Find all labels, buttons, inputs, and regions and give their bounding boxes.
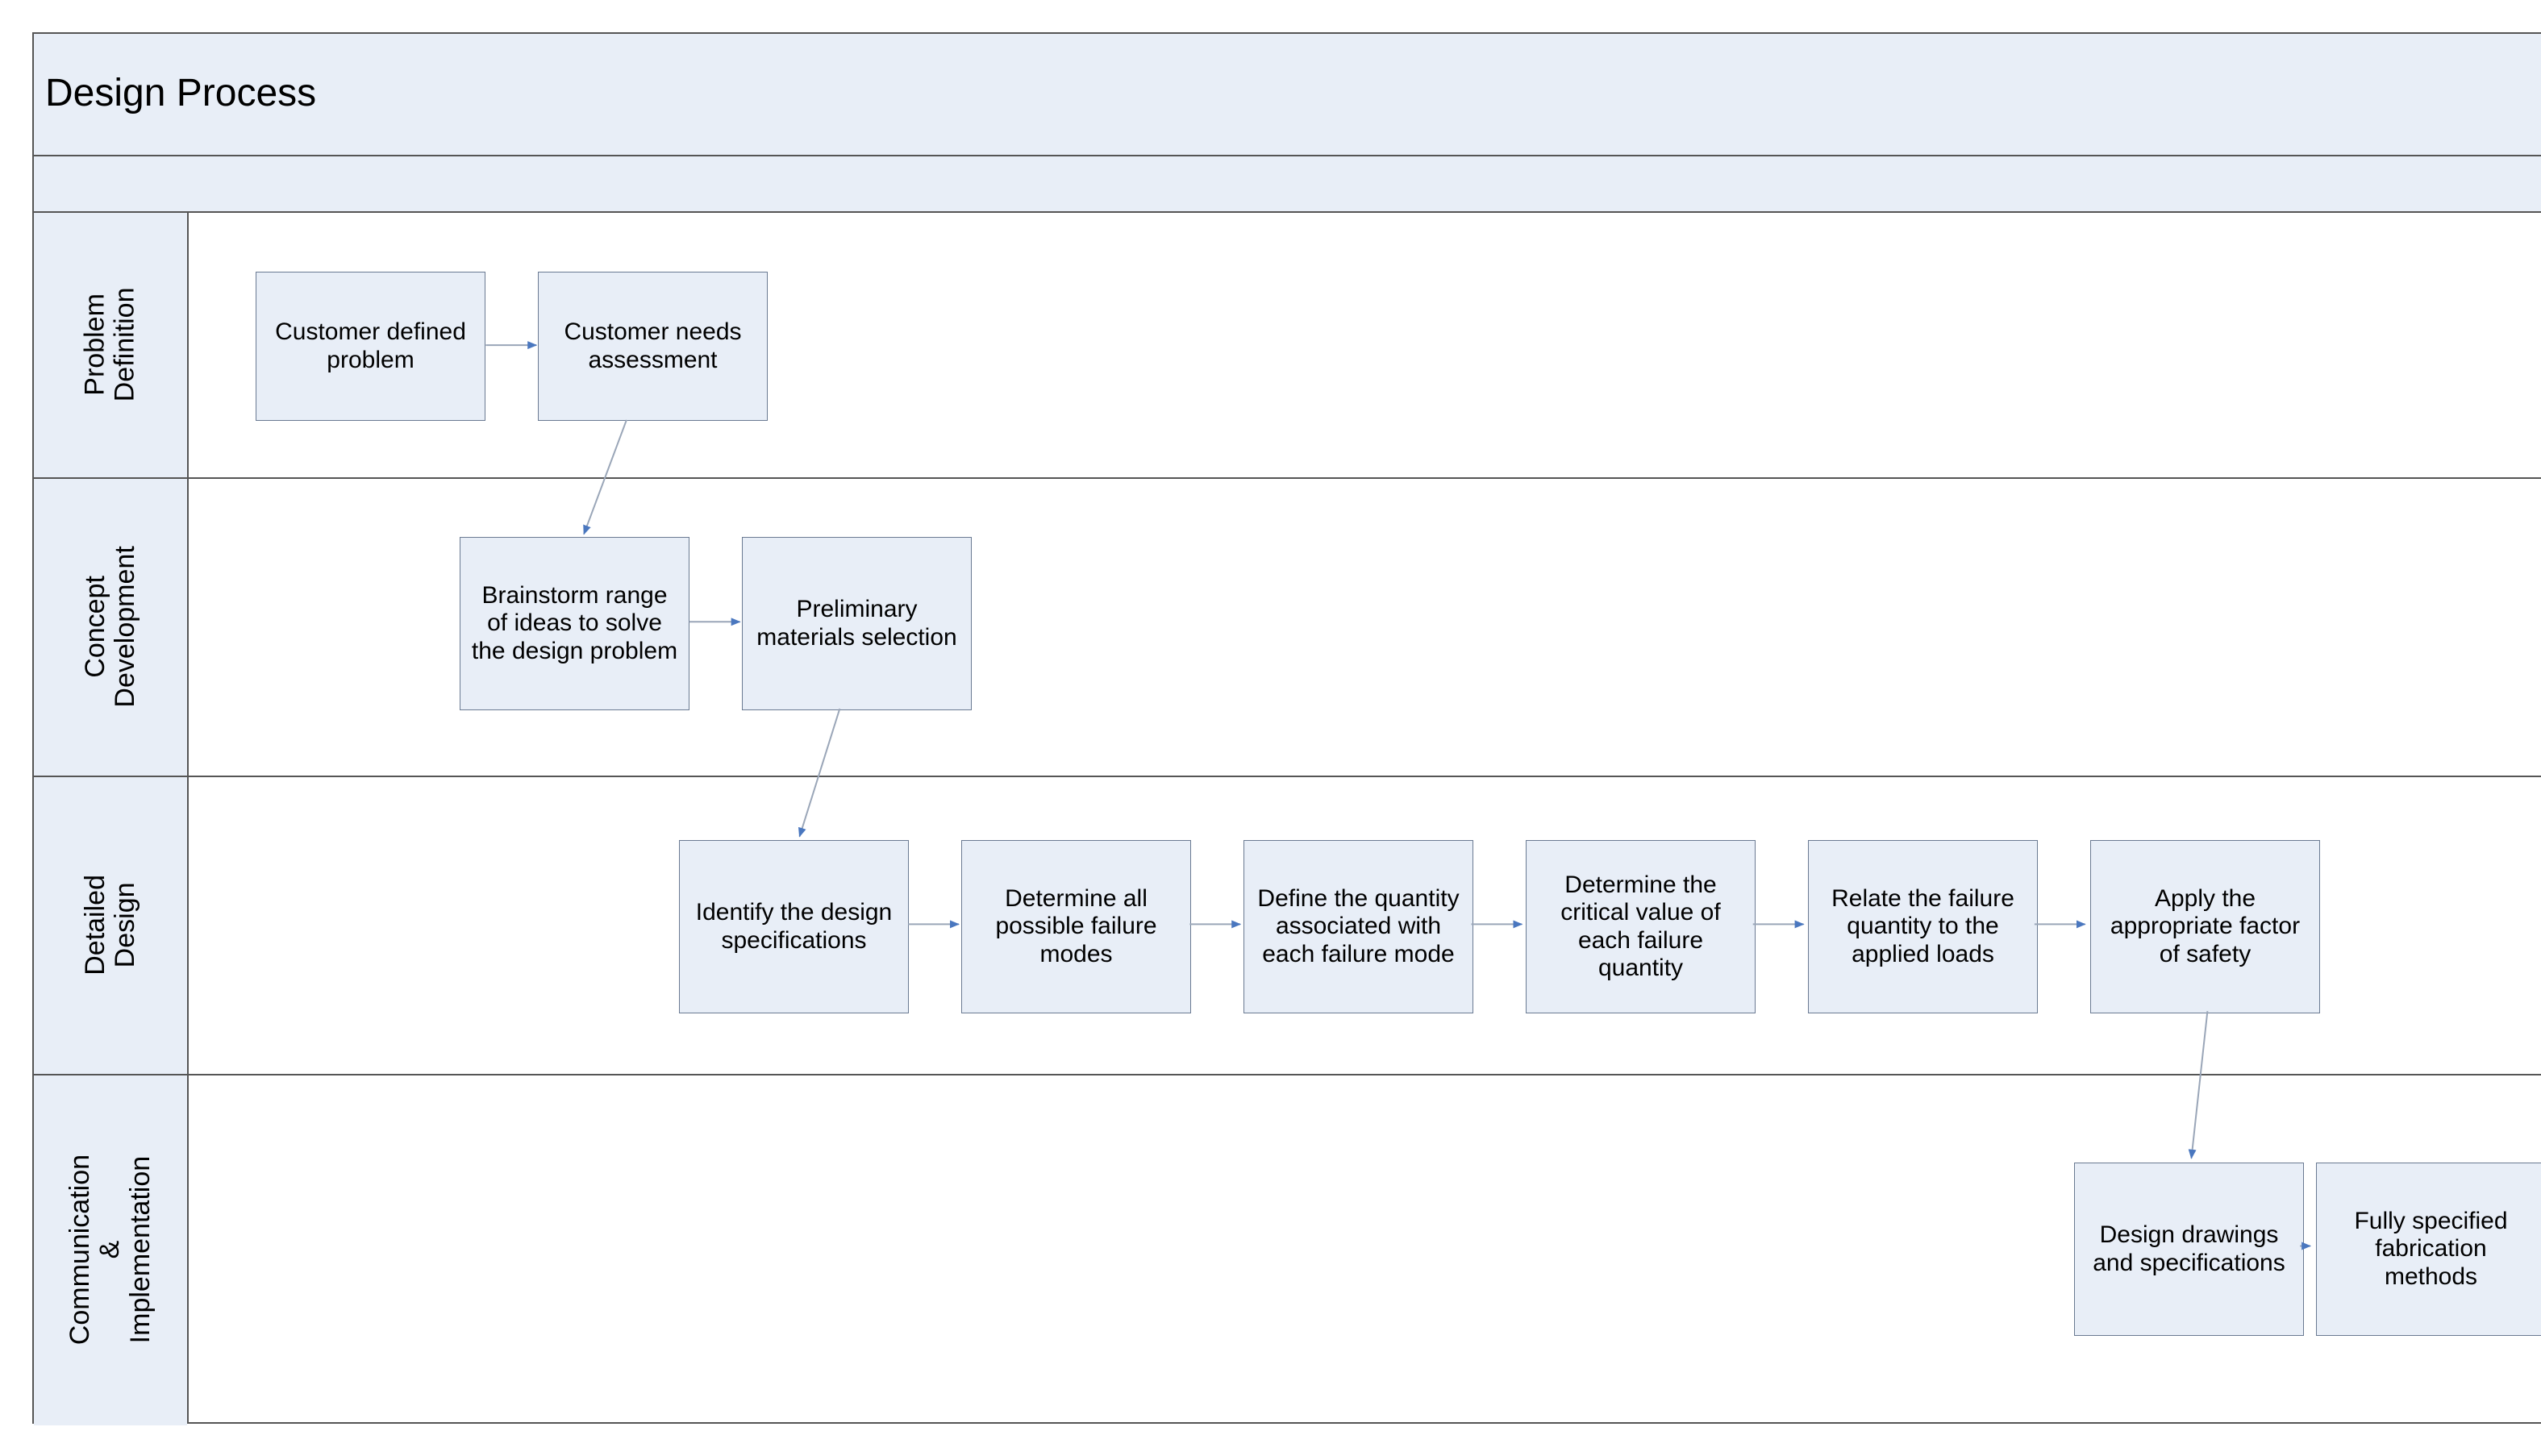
spacer-band-bg bbox=[34, 155, 2541, 211]
node-identify-specs: Identify the design specifications bbox=[679, 840, 909, 1013]
node-text: Brainstorm range of ideas to solve the d… bbox=[470, 582, 679, 666]
node-preliminary-materials: Preliminary materials selection bbox=[742, 537, 972, 710]
node-text: Design drawings and specifications bbox=[2085, 1221, 2293, 1277]
lane-label-text: Communication & Implementation bbox=[65, 1154, 156, 1345]
node-define-quantity: Define the quantity associated with each… bbox=[1243, 840, 1473, 1013]
arrow-n4-n5 bbox=[799, 709, 839, 837]
node-text: Determine the critical value of each fai… bbox=[1536, 872, 1745, 983]
hrule-title-bottom bbox=[34, 155, 2541, 156]
hrule-lane-2-3 bbox=[34, 776, 2541, 777]
hrule-lane-3-4 bbox=[34, 1074, 2541, 1075]
node-text: Define the quantity associated with each… bbox=[1254, 885, 1463, 969]
node-determine-failure-modes: Determine all possible failure modes bbox=[961, 840, 1191, 1013]
lane-label-problem-definition: Problem Definition bbox=[34, 211, 187, 477]
lane-label-text: Concept Development bbox=[81, 546, 141, 707]
title-band-bg bbox=[34, 34, 2541, 155]
node-text: Customer defined problem bbox=[266, 318, 475, 374]
node-customer-defined-problem: Customer defined problem bbox=[256, 272, 485, 421]
node-relate-loads: Relate the failure quantity to the appli… bbox=[1808, 840, 2038, 1013]
lane-label-text: Problem Definition bbox=[81, 287, 141, 401]
vrule-lane-col bbox=[187, 211, 189, 1422]
hrule-spacer-bottom bbox=[34, 211, 2541, 213]
lane-label-detailed-design: Detailed Design bbox=[34, 776, 187, 1074]
arrow-n10-n11 bbox=[2191, 1011, 2207, 1159]
node-customer-needs-assessment: Customer needs assessment bbox=[538, 272, 768, 421]
node-text: Customer needs assessment bbox=[548, 318, 757, 374]
node-text: Relate the failure quantity to the appli… bbox=[1818, 885, 2027, 969]
lane-label-concept-development: Concept Development bbox=[34, 477, 187, 776]
node-brainstorm-ideas: Brainstorm range of ideas to solve the d… bbox=[460, 537, 689, 710]
hrule-lane-1-2 bbox=[34, 477, 2541, 479]
node-text: Identify the design specifications bbox=[689, 899, 898, 955]
node-text: Fully specified fabrication methods bbox=[2326, 1208, 2535, 1292]
node-design-drawings: Design drawings and specifications bbox=[2074, 1163, 2304, 1336]
node-text: Determine all possible failure modes bbox=[972, 885, 1181, 969]
swimlane-diagram: Design Process Problem Definition Concep… bbox=[32, 32, 2541, 1424]
node-text: Preliminary materials selection bbox=[752, 596, 961, 651]
lane-label-text: Detailed Design bbox=[81, 875, 141, 976]
diagram-title: Design Process bbox=[45, 71, 316, 115]
lane-label-communication-implementation: Communication & Implementation bbox=[34, 1074, 187, 1425]
node-text: Apply the appropriate factor of safety bbox=[2101, 885, 2310, 969]
node-critical-value: Determine the critical value of each fai… bbox=[1526, 840, 1756, 1013]
node-factor-of-safety: Apply the appropriate factor of safety bbox=[2090, 840, 2320, 1013]
node-fabrication-methods: Fully specified fabrication methods bbox=[2316, 1163, 2541, 1336]
